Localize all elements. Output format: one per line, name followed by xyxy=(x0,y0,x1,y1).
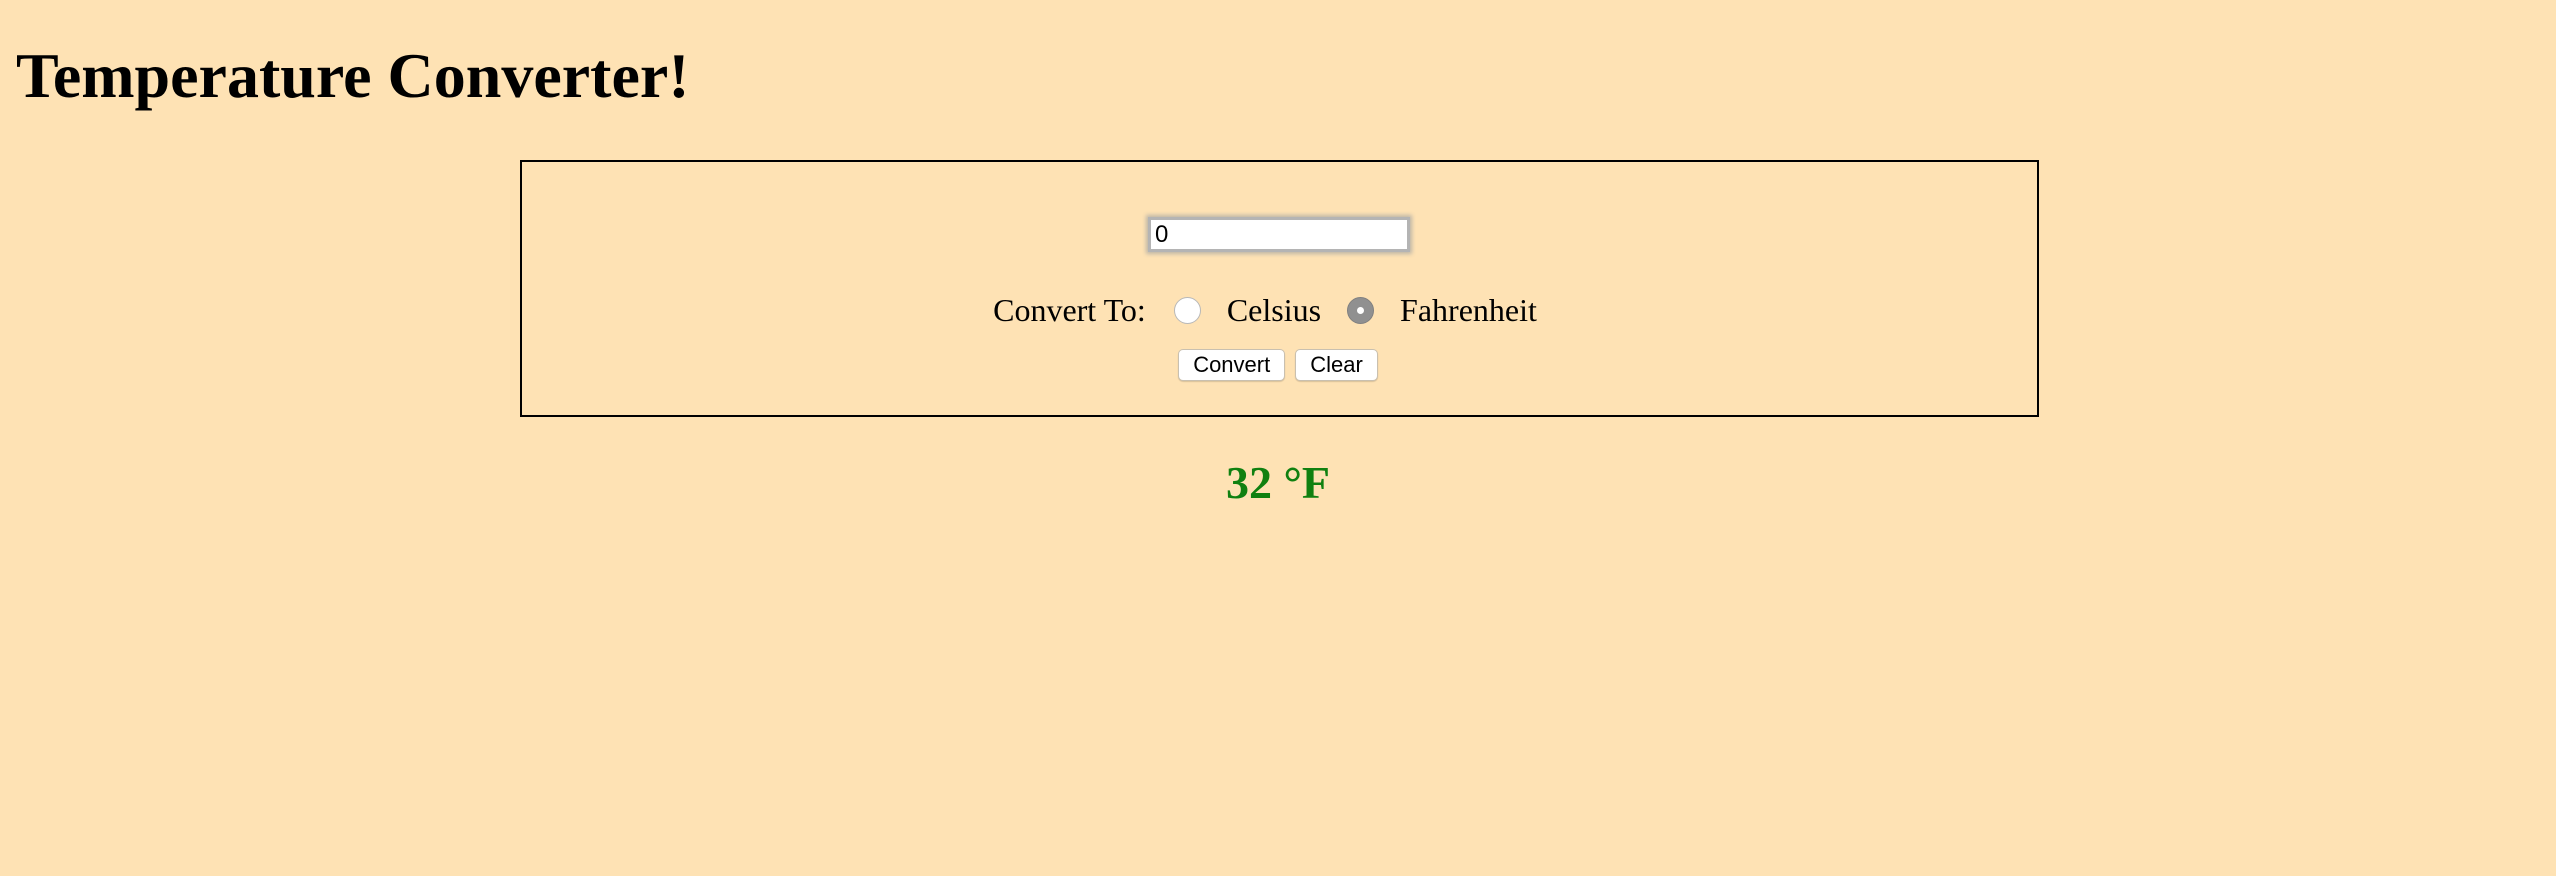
conversion-result: 32 °F xyxy=(1226,457,1330,508)
button-row: Convert Clear xyxy=(0,349,2556,381)
convert-to-row: Convert To: Celsius Fahrenheit xyxy=(0,288,2556,332)
page-title: Temperature Converter! xyxy=(16,40,690,111)
celsius-label[interactable]: Celsius xyxy=(1227,292,1321,329)
fahrenheit-radio[interactable] xyxy=(1347,296,1375,324)
convert-button[interactable]: Convert xyxy=(1178,349,1286,381)
convert-to-label: Convert To: xyxy=(993,291,1146,328)
clear-button[interactable]: Clear xyxy=(1295,349,1378,381)
temperature-input[interactable] xyxy=(1148,217,1410,252)
celsius-radio[interactable] xyxy=(1173,296,1201,324)
fahrenheit-label[interactable]: Fahrenheit xyxy=(1400,292,1537,329)
